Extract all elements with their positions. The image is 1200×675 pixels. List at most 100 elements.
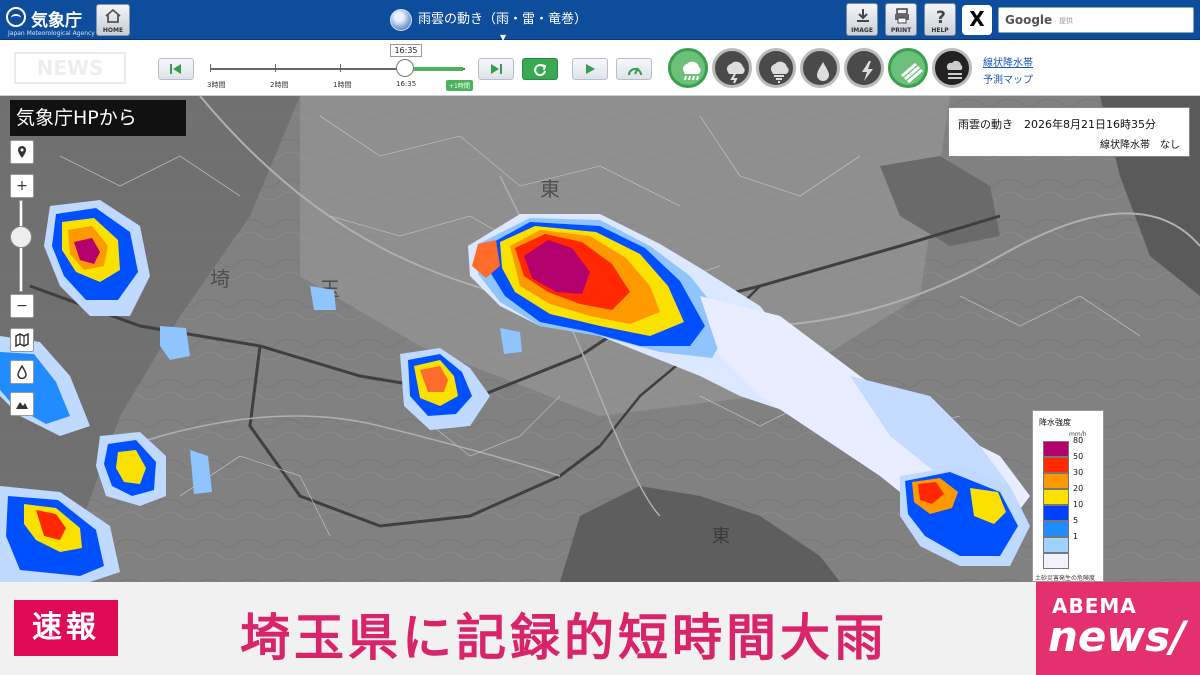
thunder-cloud-icon [726, 61, 745, 84]
slider-handle[interactable] [396, 59, 414, 77]
raindrop-icon [817, 62, 829, 81]
legend-value: 5 [1073, 516, 1079, 525]
image-label: IMAGE [851, 27, 873, 34]
locate-button[interactable] [10, 140, 34, 164]
jma-logo[interactable]: 気象庁 Japan Meteorological Agency [6, 4, 95, 37]
map-type-button[interactable] [10, 328, 34, 352]
observation-info-box: 雨雲の動き 2026年8月21日16時35分 線状降水帯 なし [948, 107, 1190, 157]
skip-end-button[interactable] [478, 58, 514, 80]
svg-text:?: ? [936, 8, 946, 25]
multi-layer-button[interactable] [932, 48, 972, 88]
water-drop-icon [17, 364, 27, 380]
play-icon [586, 64, 595, 74]
map-label-higashi-north: 東 [540, 177, 560, 201]
tornado-layer-button[interactable] [756, 48, 796, 88]
legend-swatch [1043, 553, 1069, 569]
google-search-box[interactable]: Google 提供 [998, 7, 1194, 33]
tl-label-now: 16:35 [396, 80, 417, 88]
home-label: HOME [102, 27, 124, 34]
help-label: HELP [931, 27, 949, 34]
precip-type-button[interactable] [10, 360, 34, 384]
rain-layer-button[interactable] [668, 48, 708, 88]
source-caption: 気象庁HPから [10, 100, 186, 136]
legend-title: 降水強度 [1039, 418, 1071, 427]
radar-map[interactable]: 埼 玉 東 東 気象庁HPから + − 雨雲の動き 2026年8月21日16時3… [0, 96, 1200, 582]
legend-swatch [1043, 521, 1069, 537]
zoom-slider-handle[interactable] [10, 226, 32, 248]
time-slider[interactable]: 3時間 2時間 1時間 16:35 16:35 +1時間 [207, 44, 473, 91]
linear-rainband-icon [901, 62, 923, 84]
forecast-map-link[interactable]: 予測マップ [983, 71, 1033, 86]
plus-one-hour-label: +1時間 [446, 80, 473, 91]
legend-swatch [1043, 537, 1069, 553]
rain-cloud-icon [682, 61, 701, 81]
tl-label-3h: 3時間 [207, 81, 226, 89]
printer-icon [895, 8, 909, 24]
current-time-label: 16:35 [390, 44, 422, 57]
speed-button[interactable] [616, 58, 652, 80]
download-icon [857, 9, 869, 22]
home-button[interactable]: HOME [96, 4, 130, 36]
x-logo-icon: X [969, 7, 985, 31]
print-button[interactable]: PRINT [885, 3, 917, 36]
observation-timestamp: 雨雲の動き 2026年8月21日16時35分 [958, 118, 1156, 131]
jma-emblem-icon [6, 7, 26, 27]
precip-legend: 降水強度 mm/h 80 50 30 20 10 5 1 土砂災害発生の危険度 [1032, 410, 1104, 582]
map-label-sai: 埼 [210, 267, 230, 291]
linear-rainband-link[interactable]: 線状降水帯 [983, 54, 1033, 69]
abema-news-logo: ABEMA news/ [1036, 582, 1200, 675]
play-button[interactable] [572, 58, 608, 80]
tl-label-2h: 2時間 [270, 81, 289, 89]
jma-logo-en: Japan Meteorological Agency [8, 30, 95, 37]
tl-label-1h: 1時間 [333, 81, 352, 89]
breaking-news-badge: 速報 [14, 600, 118, 656]
refresh-icon [534, 64, 547, 77]
location-pin-icon [18, 146, 26, 158]
zoom-out-button[interactable]: − [10, 294, 34, 318]
multi-layer-icon [946, 60, 963, 79]
question-icon: ? [936, 8, 946, 25]
search-placeholder: 提供 [1059, 17, 1073, 25]
news-watermark: NEWS [14, 52, 126, 84]
map-icon [15, 332, 29, 348]
mountain-icon [16, 402, 28, 409]
header-bar: 気象庁 Japan Meteorological Agency HOME 雨雲の… [0, 0, 1200, 42]
tl-tick [275, 64, 276, 72]
legend-value: 1 [1073, 532, 1079, 541]
zoom-in-button[interactable]: + [10, 174, 34, 198]
skip-back-icon [170, 64, 181, 74]
legend-value: 20 [1073, 484, 1084, 493]
image-button[interactable]: IMAGE [846, 3, 878, 36]
terrain-button[interactable] [10, 392, 34, 416]
lightning-layer-button[interactable] [844, 48, 884, 88]
rainfall-layer-button[interactable] [800, 48, 840, 88]
tl-tick [210, 64, 211, 72]
control-bar: NEWS 3時間 2時間 1時間 16:35 16:35 +1時間 線状降水帯 … [0, 40, 1200, 96]
legend-swatch [1043, 489, 1069, 505]
google-brand: Google [1005, 13, 1053, 27]
legend-value: 30 [1073, 468, 1084, 477]
content-title: 雨雲の動き（雨・雷・竜巻） [418, 12, 588, 27]
map-label-higashi-bay: 東 [712, 526, 730, 547]
content-selector[interactable]: 雨雲の動き（雨・雷・竜巻） ▼ [390, 8, 588, 42]
jma-logo-text: 気象庁 [31, 11, 82, 31]
x-share-button[interactable]: X [962, 5, 992, 35]
legend-swatch [1043, 441, 1069, 457]
legend-swatch [1043, 473, 1069, 489]
help-button[interactable]: ? HELP [924, 3, 956, 36]
thunder-layer-button[interactable] [712, 48, 752, 88]
legend-value: 50 [1073, 452, 1084, 461]
tl-tick [340, 64, 341, 72]
skip-forward-icon [491, 64, 502, 74]
legend-value: 10 [1073, 500, 1084, 509]
skip-start-button[interactable] [158, 58, 194, 80]
screen: 気象庁 Japan Meteorological Agency HOME 雨雲の… [0, 0, 1200, 675]
speedometer-icon [628, 67, 642, 76]
globe-icon [390, 8, 412, 31]
refresh-button[interactable] [522, 58, 558, 80]
legend-swatch [1043, 505, 1069, 521]
legend-footnote: 土砂災害発生の危険度 [1035, 575, 1096, 582]
linear-rainband-layer-button[interactable] [888, 48, 928, 88]
home-icon [105, 8, 121, 23]
legend-value: 80 [1073, 436, 1084, 445]
